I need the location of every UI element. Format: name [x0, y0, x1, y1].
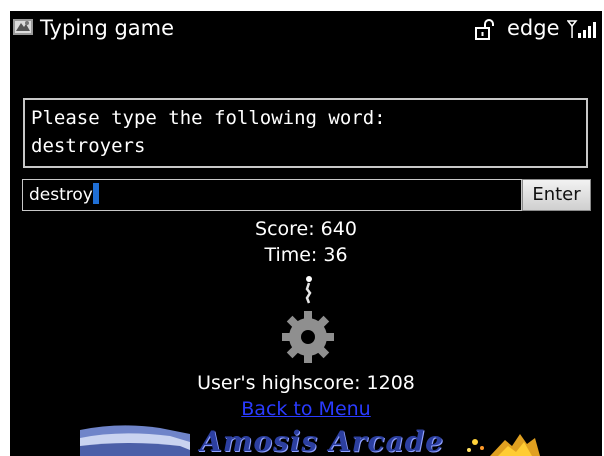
- unlocked-padlock-icon: [475, 19, 494, 40]
- target-word: destroyers: [31, 135, 146, 157]
- signal-strength-icon: [567, 20, 596, 38]
- typing-input[interactable]: destroy: [22, 179, 522, 211]
- time-label: Time: 36: [264, 244, 348, 266]
- enter-button[interactable]: Enter: [522, 179, 591, 211]
- back-to-menu-link[interactable]: Back to Menu: [10, 397, 602, 421]
- banner-title: Amosis Arcade: [200, 425, 444, 456]
- gamepad-icon: [13, 19, 33, 35]
- app-title: Typing game: [40, 16, 175, 40]
- network-type-label: edge: [507, 16, 560, 40]
- typed-text: destroy: [29, 185, 93, 205]
- prompt-instruction: Please type the following word:: [31, 107, 386, 129]
- arcade-banner[interactable]: Amosis Arcade: [80, 420, 540, 456]
- score-label: Score: 640: [255, 218, 357, 240]
- gear-progress-icon: [282, 276, 334, 363]
- app-screen: Typing game edge Please type the followi…: [10, 11, 602, 456]
- text-caret: [92, 183, 99, 204]
- highscore-label: User's highscore: 1208: [197, 372, 415, 394]
- word-prompt-box: Please type the following word: destroye…: [23, 98, 588, 168]
- status-bar: Typing game edge: [10, 11, 602, 45]
